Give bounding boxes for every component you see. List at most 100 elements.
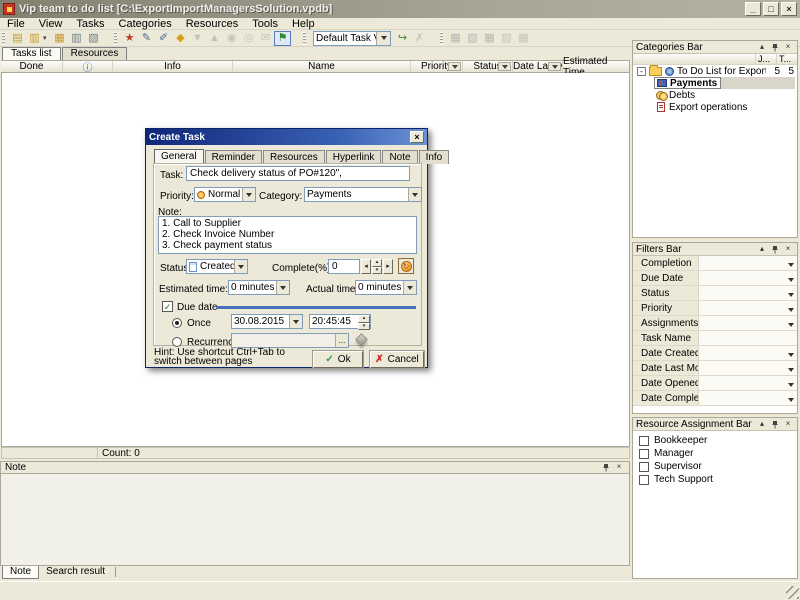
status-combo[interactable]: Created [186,259,248,274]
pin-icon[interactable] [769,419,781,430]
note-panel-body[interactable] [0,474,630,566]
tab-resources[interactable]: Resources [62,47,128,60]
chevron-down-icon[interactable] [289,315,302,328]
print-icon[interactable]: ▥ [68,31,85,46]
save-database-icon[interactable]: ▦ [51,31,68,46]
collapse-icon[interactable]: ▴ [756,419,768,430]
close-button[interactable]: × [781,2,797,16]
collapse-icon[interactable]: ▴ [756,244,768,255]
spin-down-icon[interactable]: ▾ [372,267,382,275]
filter-field[interactable] [699,331,797,345]
report-icon[interactable]: ▦ [515,31,532,46]
tab-tasks-list[interactable]: Tasks list [2,47,61,60]
filter-dropdown[interactable] [699,361,797,375]
dialog-tab-reminder[interactable]: Reminder [205,150,262,164]
toolbar-grip[interactable] [303,32,306,45]
due-date-picker[interactable]: 30.08.2015 [231,314,303,329]
menu-categories[interactable]: Categories [112,18,179,30]
step-max-button[interactable]: ▸ [383,259,393,274]
restore-button[interactable]: □ [763,2,779,16]
collapse-icon[interactable]: ▴ [756,42,768,53]
gem-icon[interactable]: ◆ [172,31,189,46]
column-date-last-mod[interactable]: Date Last Mod [513,61,563,72]
spin-down-icon[interactable]: ▾ [358,323,370,331]
due-date-checkbox[interactable]: ✓ [162,301,173,312]
open-dropdown-icon[interactable]: ▾ [43,31,51,46]
priority-combo[interactable]: Normal [194,187,256,202]
pin-icon[interactable] [769,244,781,255]
date-filter-dropdown[interactable] [548,62,561,71]
toolbar-grip[interactable] [2,32,5,45]
ok-button[interactable]: ✓ Ok [313,351,363,368]
edit-task-icon[interactable]: ✎ [138,31,155,46]
resource-item-bookkeeper[interactable]: Bookkeeper [633,434,797,447]
move-up-icon[interactable]: ▲ [206,31,223,46]
pin-icon[interactable] [769,42,781,53]
close-icon[interactable]: × [782,244,794,255]
column-name[interactable]: Name [233,61,411,72]
category-item-export-operations[interactable]: Export operations [633,101,797,113]
send-mail-icon[interactable]: ✉ [257,31,274,46]
chevron-down-icon[interactable] [234,260,247,273]
assign-task-icon[interactable]: ✐ [155,31,172,46]
actual-time-combo[interactable]: 0 minutes [355,280,417,295]
tab-note[interactable]: Note [2,566,39,579]
mark-incomplete-icon[interactable]: ◎ [240,31,257,46]
filter-dropdown[interactable] [699,391,797,405]
column-estimated-time[interactable]: Estimated Time [563,61,629,72]
priority-filter-dropdown[interactable] [448,62,461,71]
move-down-icon[interactable]: ▼ [189,31,206,46]
filter-dropdown[interactable] [699,256,797,270]
resource-item-tech-support[interactable]: Tech Support [633,473,797,486]
estimated-time-combo[interactable]: 0 minutes [228,280,290,295]
complete-input[interactable] [328,259,360,274]
collapse-expander-icon[interactable]: - [637,67,646,76]
close-icon[interactable]: × [782,419,794,430]
category-item-payments[interactable]: Payments [633,77,797,89]
dialog-tab-hyperlink[interactable]: Hyperlink [326,150,382,164]
filter-dropdown[interactable] [699,286,797,300]
dialog-tab-info[interactable]: Info [419,150,450,164]
send-icon[interactable]: ▨ [498,31,515,46]
cancel-button[interactable]: ✗ Cancel [370,351,424,368]
close-icon[interactable]: × [613,462,625,473]
checkbox-icon[interactable] [639,462,649,472]
resize-grip-icon[interactable] [786,586,799,599]
column-status[interactable]: Status [463,61,513,72]
chevron-down-icon[interactable] [376,32,390,45]
filter-dropdown[interactable] [699,376,797,390]
menu-help[interactable]: Help [285,18,322,30]
due-time-spinner[interactable]: 20:45:45 ▴ ▾ [309,314,371,329]
step-min-button[interactable]: ◂ [361,259,371,274]
chevron-down-icon[interactable] [408,188,421,201]
dialog-tab-resources[interactable]: Resources [263,150,325,164]
chevron-down-icon[interactable] [276,281,289,294]
dialog-tab-note[interactable]: Note [382,150,417,164]
resource-item-manager[interactable]: Manager [633,447,797,460]
spin-up-icon[interactable]: ▴ [358,315,370,323]
once-radio[interactable] [172,318,182,328]
column-done[interactable]: Done [1,61,63,72]
column-priority[interactable]: Priority [411,61,463,72]
new-database-icon[interactable]: ▤ [9,31,26,46]
spin-up-icon[interactable]: ▴ [372,259,382,267]
filter-dropdown[interactable] [699,271,797,285]
minimize-button[interactable]: _ [745,2,761,16]
table-edit-icon[interactable]: ▧ [464,31,481,46]
table-user-icon[interactable]: ▦ [481,31,498,46]
clear-task-type-icon[interactable]: ✗ [411,31,428,46]
checkbox-icon[interactable] [639,475,649,485]
menu-tasks[interactable]: Tasks [69,18,111,30]
mark-complete-icon[interactable]: ◉ [223,31,240,46]
note-textarea[interactable]: 1. Call to Supplier 2. Check Invoice Num… [158,216,417,254]
open-database-icon[interactable]: ▥ [26,31,43,46]
menu-file[interactable]: File [0,18,32,30]
menu-resources[interactable]: Resources [179,18,246,30]
tree-root-row[interactable]: - To Do List for Export/Import Man 5 5 [633,65,797,77]
filter-dropdown[interactable] [699,316,797,330]
column-a[interactable]: J... [755,54,776,64]
task-type-combo[interactable]: Default Task V [313,31,391,46]
menu-view[interactable]: View [32,18,70,30]
filter-dropdown[interactable] [699,301,797,315]
apply-task-type-icon[interactable]: ↪ [394,31,411,46]
